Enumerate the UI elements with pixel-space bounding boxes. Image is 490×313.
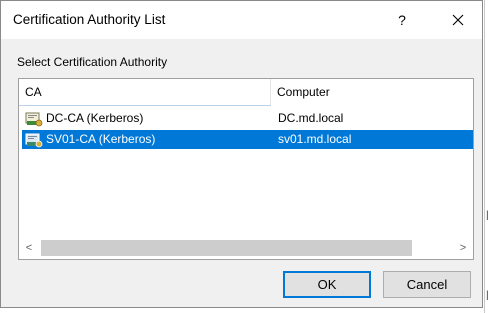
list-header: CA Computer: [19, 79, 473, 105]
cancel-button[interactable]: Cancel: [383, 271, 471, 298]
select-ca-label: Select Certification Authority: [17, 55, 168, 69]
dialog-title: Certification Authority List: [13, 12, 166, 27]
background-window-edge: [484, 0, 490, 313]
ca-name: DC-CA (Kerberos): [46, 111, 144, 125]
column-divider[interactable]: [270, 79, 271, 105]
scrollbar-thumb[interactable]: [41, 240, 412, 256]
help-button[interactable]: ?: [387, 5, 417, 35]
column-header-ca[interactable]: CA: [25, 79, 271, 105]
computer-name: sv01.md.local: [278, 132, 352, 146]
close-button[interactable]: [439, 5, 477, 35]
title-bar: Certification Authority List ?: [1, 1, 482, 39]
horizontal-scrollbar[interactable]: < >: [19, 237, 473, 259]
header-underline: [19, 105, 271, 106]
list-item-selected[interactable]: SV01-CA (Kerberos) sv01.md.local: [22, 130, 473, 149]
ca-list[interactable]: CA Computer DC-CA (Kerberos) DC.md.local: [18, 78, 474, 260]
scroll-left-button[interactable]: <: [19, 237, 39, 259]
computer-name: DC.md.local: [278, 111, 344, 125]
ca-name: SV01-CA (Kerberos): [46, 132, 156, 146]
ok-button[interactable]: OK: [283, 271, 371, 298]
column-header-computer[interactable]: Computer: [277, 79, 473, 105]
list-item[interactable]: DC-CA (Kerberos) DC.md.local: [22, 109, 473, 128]
certificate-authority-icon: [25, 112, 43, 127]
scroll-right-button[interactable]: >: [453, 237, 473, 259]
certificate-authority-icon: [25, 133, 43, 148]
background-glyph: |: [486, 210, 489, 221]
certification-authority-dialog: Certification Authority List ? Select Ce…: [0, 0, 483, 308]
close-icon: [452, 14, 464, 26]
background-glyph: |: [486, 290, 489, 301]
